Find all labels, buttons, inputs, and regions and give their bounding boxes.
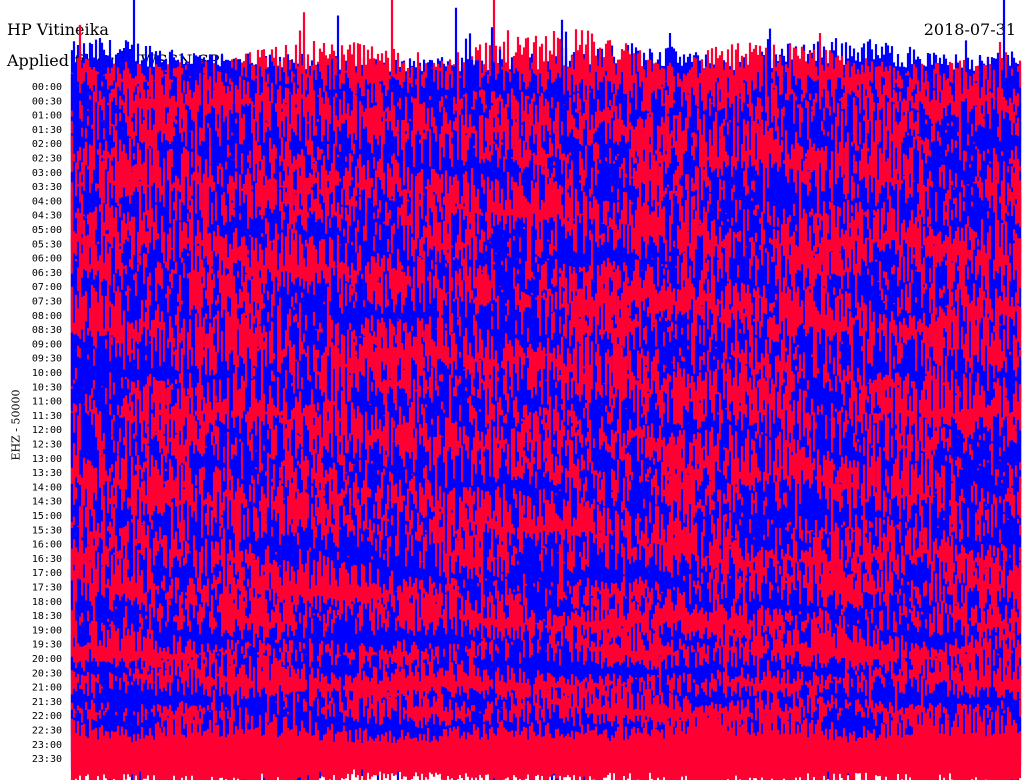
- y-tick-label: 14:00: [32, 482, 62, 493]
- y-tick-label: 10:00: [32, 368, 62, 379]
- y-tick-label: 08:30: [32, 325, 62, 336]
- y-tick-label: 10:30: [32, 382, 62, 393]
- y-tick-label: 00:00: [32, 82, 62, 93]
- trace-group: [70, 0, 1022, 780]
- y-tick-label: 17:30: [32, 583, 62, 594]
- y-tick-label: 19:30: [32, 640, 62, 651]
- y-tick-label: 02:00: [32, 139, 62, 150]
- y-tick-label: 13:00: [32, 454, 62, 465]
- y-tick-label: 01:00: [32, 111, 62, 122]
- y-tick-label: 09:00: [32, 339, 62, 350]
- y-tick-label: 03:00: [32, 168, 62, 179]
- y-tick-label: 20:00: [32, 654, 62, 665]
- y-tick-label: 09:30: [32, 354, 62, 365]
- y-tick-label: 15:30: [32, 525, 62, 536]
- y-tick-label: 07:30: [32, 297, 62, 308]
- y-tick-label: 14:30: [32, 497, 62, 508]
- y-tick-label: 16:00: [32, 540, 62, 551]
- y-tick-label: 22:00: [32, 711, 62, 722]
- y-tick-label: 01:30: [32, 125, 62, 136]
- y-tick-label: 03:30: [32, 182, 62, 193]
- y-tick-label: 11:00: [32, 397, 62, 408]
- y-tick-label: 00:30: [32, 96, 62, 107]
- y-tick-label: 18:30: [32, 611, 62, 622]
- tick-label-group: 00:00 00:30 01:00 01:30 02:00 02:30 03:00 03:30…: [32, 82, 62, 765]
- y-tick-label: 19:00: [32, 625, 62, 636]
- y-tick-label: 17:00: [32, 568, 62, 579]
- y-tick-label: 23:00: [32, 740, 62, 751]
- y-tick-label: 04:00: [32, 196, 62, 207]
- y-tick-label: 22:30: [32, 726, 62, 737]
- y-tick-label: 02:30: [32, 154, 62, 165]
- y-tick-label: 23:30: [32, 754, 62, 765]
- y-tick-label: 04:30: [32, 211, 62, 222]
- y-tick-label: 21:30: [32, 697, 62, 708]
- y-tick-label: 20:30: [32, 668, 62, 679]
- y-tick-label: 21:00: [32, 683, 62, 694]
- y-tick-label: 05:30: [32, 239, 62, 250]
- y-tick-label: 07:00: [32, 282, 62, 293]
- y-tick-label: 06:00: [32, 254, 62, 265]
- y-tick-label: 12:00: [32, 425, 62, 436]
- y-tick-label: 06:30: [32, 268, 62, 279]
- helicorder-plot: 00:00 00:30 01:00 01:30 02:00 02:30 03:00 03:30…: [32, 0, 1022, 780]
- y-tick-label: 08:00: [32, 311, 62, 322]
- y-tick-label: 18:00: [32, 597, 62, 608]
- y-tick-label: 13:30: [32, 468, 62, 479]
- y-tick-label: 16:30: [32, 554, 62, 565]
- y-tick-label: 15:00: [32, 511, 62, 522]
- y-tick-label: 05:00: [32, 225, 62, 236]
- y-tick-label: 11:30: [32, 411, 62, 422]
- y-tick-label: 12:30: [32, 440, 62, 451]
